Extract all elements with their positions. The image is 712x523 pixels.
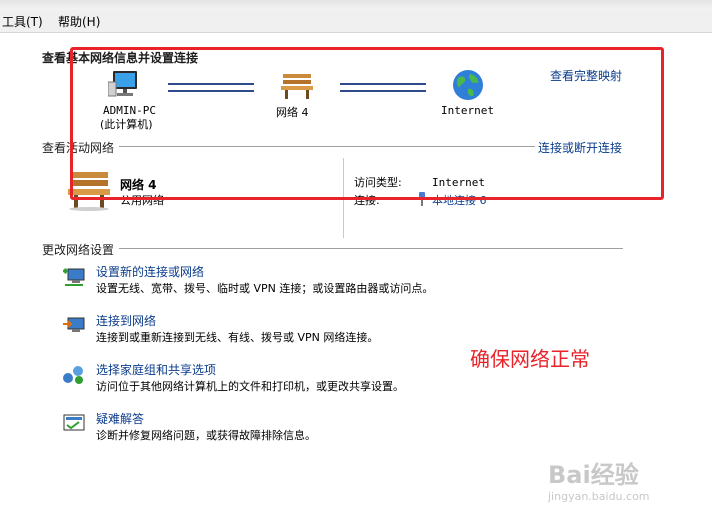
settings-heading: 更改网络设置 bbox=[42, 243, 115, 257]
full-map-link[interactable]: 查看完整映射 bbox=[550, 67, 622, 84]
active-network-name: 网络 4 bbox=[120, 178, 157, 192]
watermark-logo: Bai经验 bbox=[548, 461, 639, 489]
menu-bar: 工具(T) 帮助(H) bbox=[0, 10, 712, 33]
setup-connection-desc: 设置无线、宽带、拨号、临时或 VPN 连接；或设置路由器或访问点。 bbox=[96, 282, 434, 295]
connect-network-desc: 连接到或重新连接到无线、有线、拨号或 VPN 网络连接。 bbox=[96, 331, 379, 344]
computer-sub: (此计算机) bbox=[100, 118, 153, 131]
homegroup-link[interactable]: 选择家庭组和共享选项 bbox=[96, 361, 216, 378]
menu-help[interactable]: 帮助(H) bbox=[58, 13, 100, 30]
watermark-url: jingyan.baidu.com bbox=[548, 490, 650, 503]
annotation-text: 确保网络正常 bbox=[470, 347, 590, 371]
task-item: 疑难解答 诊断并修复网络问题，或获得故障排除信息。 bbox=[62, 410, 482, 444]
section-divider bbox=[119, 146, 535, 147]
map-heading: 查看基本网络信息并设置连接 bbox=[42, 51, 199, 65]
task-item: 设置新的连接或网络 设置无线、宽带、拨号、临时或 VPN 连接；或设置路由器或访… bbox=[62, 263, 482, 297]
connect-disconnect-link[interactable]: 连接或断开连接 bbox=[538, 139, 622, 156]
computer-icon[interactable] bbox=[108, 70, 144, 98]
task-item: 连接到网络 连接到或重新连接到无线、有线、拨号或 VPN 网络连接。 bbox=[62, 312, 482, 346]
bench-icon bbox=[68, 172, 110, 211]
connect-network-icon bbox=[63, 317, 85, 332]
section-divider bbox=[119, 248, 623, 249]
connection-label: 连接: bbox=[354, 194, 380, 207]
troubleshoot-desc: 诊断并修复网络问题，或获得故障排除信息。 bbox=[96, 429, 316, 442]
connector-line bbox=[168, 83, 254, 92]
task-item: 选择家庭组和共享选项 访问位于其他网络计算机上的文件和打印机，或更改共享设置。 bbox=[62, 361, 482, 395]
access-type-label: 访问类型: bbox=[354, 176, 402, 189]
map-network-name: 网络 4 bbox=[276, 106, 309, 119]
troubleshoot-link[interactable]: 疑难解答 bbox=[96, 410, 144, 427]
globe-icon[interactable] bbox=[452, 69, 484, 101]
homegroup-icon bbox=[63, 366, 83, 384]
new-connection-icon bbox=[63, 268, 85, 286]
connection-link[interactable]: 本地连接 6 bbox=[432, 192, 487, 208]
active-heading: 查看活动网络 bbox=[42, 141, 115, 155]
troubleshoot-icon bbox=[63, 414, 85, 431]
map-internet-name: Internet bbox=[441, 104, 494, 117]
menu-tools[interactable]: 工具(T) bbox=[2, 13, 43, 30]
homegroup-desc: 访问位于其他网络计算机上的文件和打印机，或更改共享设置。 bbox=[96, 380, 404, 393]
connect-network-link[interactable]: 连接到网络 bbox=[96, 312, 156, 329]
access-type-value: Internet bbox=[432, 176, 485, 189]
vertical-divider bbox=[343, 158, 344, 238]
window-top-strip bbox=[0, 0, 712, 10]
bench-icon[interactable] bbox=[280, 72, 314, 100]
active-network-type[interactable]: 公用网络 bbox=[120, 192, 164, 208]
ethernet-icon bbox=[419, 192, 425, 206]
connector-line bbox=[340, 83, 426, 92]
setup-connection-link[interactable]: 设置新的连接或网络 bbox=[96, 263, 204, 280]
